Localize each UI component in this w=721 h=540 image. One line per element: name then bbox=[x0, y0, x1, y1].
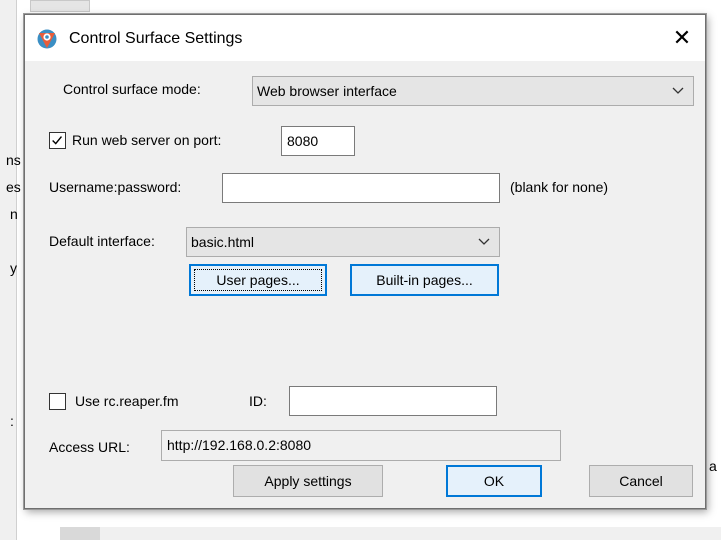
checkmark-icon bbox=[52, 136, 63, 145]
rc-id-label: ID: bbox=[249, 393, 267, 409]
run-web-server-label[interactable]: Run web server on port: bbox=[72, 132, 221, 148]
close-button[interactable]: ✕ bbox=[659, 15, 705, 61]
auth-label: Username:password: bbox=[49, 179, 182, 195]
use-rc-reaper-checkbox[interactable] bbox=[49, 393, 66, 410]
background-bottom-row bbox=[60, 527, 721, 540]
background-text-fragment: : bbox=[10, 413, 14, 429]
auth-hint: (blank for none) bbox=[510, 179, 609, 195]
background-text-fragment: y bbox=[10, 260, 17, 276]
reaper-logo-icon bbox=[37, 29, 57, 49]
mode-label: Control surface mode: bbox=[63, 81, 201, 97]
builtin-pages-button-label: Built-in pages... bbox=[376, 272, 473, 288]
background-text-fragment: n bbox=[10, 206, 18, 222]
close-icon: ✕ bbox=[672, 25, 692, 50]
apply-settings-label: Apply settings bbox=[264, 473, 352, 489]
default-interface-select[interactable]: basic.html bbox=[186, 227, 500, 257]
ok-label: OK bbox=[483, 473, 505, 489]
user-pages-button[interactable]: User pages... bbox=[189, 264, 327, 296]
background-top-row bbox=[30, 0, 721, 12]
chevron-down-icon bbox=[478, 238, 490, 245]
rc-id-input[interactable] bbox=[289, 386, 497, 416]
background-text-fragment: a bbox=[709, 458, 717, 474]
access-url-value: http://192.168.0.2:8080 bbox=[167, 437, 312, 453]
access-url-label: Access URL: bbox=[49, 439, 130, 455]
run-web-server-checkbox[interactable] bbox=[49, 132, 66, 149]
title-bar[interactable]: Control Surface Settings ✕ bbox=[25, 15, 705, 61]
port-value: 8080 bbox=[287, 133, 319, 149]
ok-button[interactable]: OK bbox=[446, 465, 542, 497]
mode-select[interactable]: Web browser interface bbox=[252, 76, 694, 106]
chevron-down-icon bbox=[672, 87, 684, 94]
cancel-label: Cancel bbox=[619, 473, 663, 489]
background-text-fragment: es bbox=[6, 179, 21, 195]
dialog-title: Control Surface Settings bbox=[69, 30, 243, 47]
control-surface-settings-dialog: Control Surface Settings ✕ Control surfa… bbox=[24, 14, 706, 509]
background-text-fragment: ns bbox=[6, 152, 21, 168]
apply-settings-button[interactable]: Apply settings bbox=[233, 465, 383, 497]
auth-input[interactable] bbox=[222, 173, 500, 203]
cancel-button[interactable]: Cancel bbox=[589, 465, 693, 497]
access-url-field[interactable]: http://192.168.0.2:8080 bbox=[161, 430, 561, 461]
mode-select-value: Web browser interface bbox=[257, 83, 397, 99]
default-interface-label: Default interface: bbox=[49, 233, 155, 249]
port-input[interactable]: 8080 bbox=[281, 126, 355, 156]
user-pages-button-label: User pages... bbox=[216, 272, 300, 288]
default-interface-value: basic.html bbox=[191, 234, 255, 250]
use-rc-reaper-label[interactable]: Use rc.reaper.fm bbox=[75, 393, 178, 409]
builtin-pages-button[interactable]: Built-in pages... bbox=[350, 264, 499, 296]
